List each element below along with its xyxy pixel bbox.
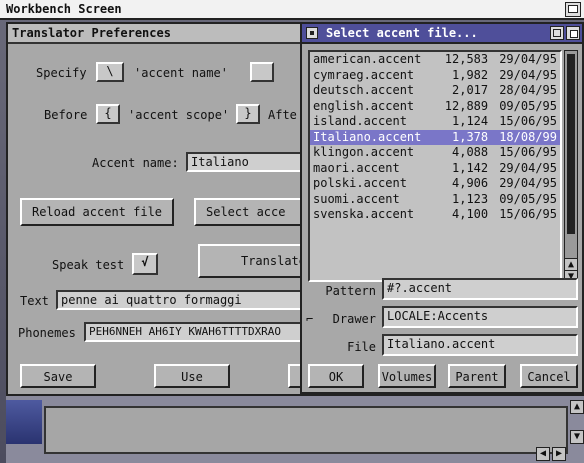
file-row[interactable]: cymraeg.accent 1,982 29/04/95 (310, 68, 560, 84)
file-name: cymraeg.accent (313, 67, 415, 82)
file-size: 12,889 (444, 98, 489, 113)
scroll-right-arrow-icon[interactable]: ▶ (552, 447, 566, 461)
file-list[interactable]: american.accent 12,583 29/04/95 cymraeg.acc… (308, 50, 562, 282)
scrollbar-thumb[interactable] (567, 54, 575, 234)
file-size: 1,123 (452, 191, 489, 206)
file-size: 4,088 (452, 145, 489, 159)
scroll-up-arrow-icon[interactable]: ▲ (570, 400, 584, 414)
before-char-field[interactable]: { (96, 104, 120, 124)
file-row[interactable]: klingon.accent 4,088 15/06/95 (310, 145, 560, 161)
file-name: suomi.accent (313, 191, 400, 206)
file-name: maori.accent (313, 160, 400, 175)
file-name: deutsch.accent (313, 83, 415, 97)
file-name: american.accent (313, 52, 422, 66)
requester-title-bar[interactable]: Select accent file... (302, 24, 582, 44)
specify-end-char-field[interactable] (250, 62, 274, 82)
file-date: 15/06/95 (499, 114, 557, 128)
workbench-screen: Workbench Screen Translator Preferences … (0, 0, 584, 463)
requester-title: Select accent file... (326, 26, 478, 40)
scroll-left-arrow-icon[interactable]: ◀ (536, 447, 550, 461)
close-icon[interactable] (306, 27, 318, 39)
volumes-button[interactable]: Volumes (378, 364, 436, 388)
drawer-field[interactable]: LOCALE:Accents (382, 306, 578, 328)
file-row[interactable]: svenska.accent 4,100 15/06/95 (310, 207, 560, 223)
cancel-button[interactable]: Cancel (520, 364, 578, 388)
speak-test-checkbox[interactable]: √ (132, 253, 158, 275)
file-date: 15/06/95 (499, 207, 557, 221)
select-accent-file-requester: Select accent file... american.accent 12,… (300, 22, 584, 394)
after-char-field[interactable]: } (236, 104, 260, 124)
parent-button[interactable]: Parent (448, 364, 506, 388)
pattern-label: Pattern (325, 284, 376, 298)
ok-button[interactable]: OK (308, 364, 364, 388)
translate-button[interactable]: Translate (198, 244, 314, 278)
file-name: english.accent (313, 98, 415, 113)
file-date: 09/05/95 (499, 98, 557, 113)
zoom-icon[interactable] (550, 26, 564, 40)
file-date: 28/04/95 (499, 83, 557, 97)
reload-accent-file-button[interactable]: Reload accent file (20, 198, 174, 226)
file-size: 12,583 (444, 52, 489, 66)
file-name: klingon.accent (313, 145, 415, 159)
before-label: Before (44, 108, 88, 122)
file-size: 1,142 (452, 160, 489, 175)
use-button[interactable]: Use (154, 364, 230, 388)
phonemes-label: Phonemes (18, 326, 76, 340)
file-name: polski.accent (313, 176, 407, 190)
select-accent-file-button[interactable]: Select acce (194, 198, 312, 226)
accent-name-label: Accent name: (92, 156, 179, 170)
file-name: island.accent (313, 114, 407, 128)
drawer-label: Drawer (332, 312, 376, 326)
file-row[interactable]: polski.accent 4,906 29/04/95 (310, 176, 560, 192)
save-button[interactable]: Save (20, 364, 96, 388)
file-row[interactable]: maori.accent 1,142 29/04/95 (310, 161, 560, 177)
file-row[interactable]: deutsch.accent 2,017 28/04/95 (310, 83, 560, 99)
depth-icon[interactable] (566, 26, 580, 40)
file-date: 18/08/99 (499, 129, 557, 144)
pattern-field[interactable]: #?.accent (382, 278, 578, 300)
file-label: File (347, 340, 376, 354)
file-size: 4,100 (452, 207, 489, 221)
file-size: 1,982 (452, 67, 489, 82)
file-size: 2,017 (452, 83, 489, 97)
accent-name-quote-label: 'accent name' (134, 66, 228, 80)
window-title-bar[interactable]: Translator Preferences (8, 24, 322, 44)
file-size: 1,378 (452, 129, 489, 144)
file-date: 29/04/95 (499, 160, 557, 175)
file-size: 1,124 (452, 114, 489, 128)
file-size: 4,906 (452, 176, 489, 190)
screen-depth-gadget-icon[interactable] (565, 2, 581, 17)
file-date: 15/06/95 (499, 145, 557, 159)
file-date: 29/04/95 (499, 67, 557, 82)
accent-name-field[interactable]: Italiano (186, 152, 304, 172)
file-row[interactable]: island.accent 1,124 15/06/95 (310, 114, 560, 130)
background-window-content (44, 406, 568, 454)
screen-title: Workbench Screen (6, 2, 122, 16)
file-date: 29/04/95 (499, 176, 557, 190)
file-list-scrollbar[interactable] (564, 50, 578, 282)
after-label: Afte (268, 108, 297, 122)
file-date: 09/05/95 (499, 191, 557, 206)
text-label: Text (20, 294, 49, 308)
specify-label: Specify (36, 66, 87, 80)
background-window-stripe (6, 400, 42, 444)
file-row[interactable]: american.accent 12,583 29/04/95 (310, 52, 560, 68)
background-window: ▲ ▼ ◀ ▶ (6, 394, 584, 463)
translator-preferences-window: Translator Preferences Specify \ 'accent… (6, 22, 324, 406)
phonemes-output[interactable]: PEH6NNEH AH6IY KWAH6TTTTDXRAO (84, 322, 312, 342)
window-title: Translator Preferences (12, 26, 171, 40)
file-name: svenska.accent (313, 207, 415, 221)
scroll-down-arrow-icon[interactable]: ▼ (570, 430, 584, 444)
file-date: 29/04/95 (499, 52, 557, 66)
accent-scope-quote-label: 'accent scope' (128, 108, 230, 122)
file-name: Italiano.accent (313, 129, 422, 144)
file-field[interactable]: Italiano.accent (382, 334, 578, 356)
file-row[interactable]: english.accent 12,889 09/05/95 (310, 99, 560, 115)
specify-char-field[interactable]: \ (96, 62, 124, 82)
screen-title-bar[interactable]: Workbench Screen (0, 0, 584, 20)
file-row[interactable]: suomi.accent 1,123 09/05/95 (310, 192, 560, 208)
file-row[interactable]: Italiano.accent 1,378 18/08/99 (310, 129, 560, 145)
text-input[interactable]: penne ai quattro formaggi (56, 290, 312, 310)
speak-test-label: Speak test (52, 258, 125, 272)
